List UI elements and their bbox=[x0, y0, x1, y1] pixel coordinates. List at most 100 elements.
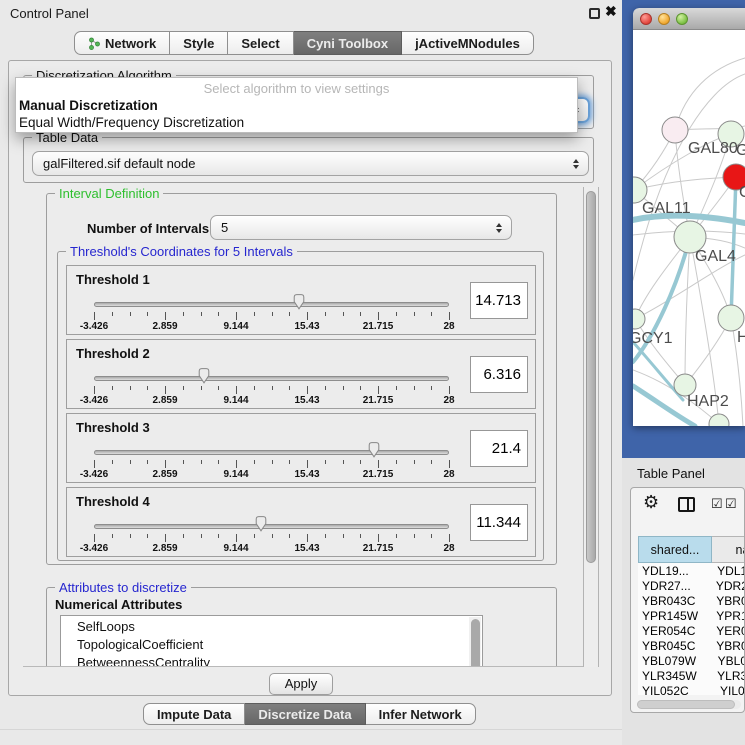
network-view-window: GAL80GACGAL11GAL4GCY1HHAP2 bbox=[633, 8, 745, 426]
column-header-name[interactable]: na bbox=[712, 536, 745, 563]
main-scrollbar[interactable] bbox=[583, 187, 599, 667]
slider-tick bbox=[236, 534, 237, 542]
network-edge[interactable] bbox=[675, 58, 745, 130]
threshold-slider-thumb[interactable] bbox=[292, 293, 306, 310]
threshold-slider-track[interactable] bbox=[94, 302, 449, 307]
threshold-value-field[interactable]: 11.344 bbox=[470, 504, 528, 541]
dropdown-option-manual-discretization[interactable]: Manual Discretization bbox=[19, 98, 158, 113]
slider-tick-label: 15.43 bbox=[287, 543, 327, 554]
slider-tick bbox=[414, 460, 415, 464]
threshold-slider-track[interactable] bbox=[94, 450, 449, 455]
table-data-group: Table Data galFiltered.sif default node bbox=[23, 137, 594, 183]
attribute-item-betweennesscentrality[interactable]: BetweennessCentrality bbox=[77, 654, 482, 667]
column-header-shared-name[interactable]: shared... bbox=[638, 536, 712, 563]
tab-style[interactable]: Style bbox=[170, 31, 228, 55]
tab-jactivemnodules[interactable]: jActiveMNodules bbox=[402, 31, 534, 55]
slider-tick bbox=[325, 312, 326, 316]
tab-infer-network[interactable]: Infer Network bbox=[366, 703, 476, 725]
threshold-label: Threshold 4 bbox=[76, 494, 150, 509]
gear-icon[interactable]: ⚙ bbox=[643, 492, 659, 513]
numerical-attributes-list[interactable]: SelfLoopsTopologicalCoefficientBetweenne… bbox=[60, 615, 483, 667]
slider-tick-label: 2.859 bbox=[145, 469, 185, 480]
cell-shared-name: YER054C bbox=[638, 624, 708, 638]
slider-tick bbox=[289, 312, 290, 316]
network-node[interactable] bbox=[662, 117, 688, 143]
cell-shared-name: YBR043C bbox=[638, 594, 708, 608]
network-node-label: GCY1 bbox=[633, 330, 673, 347]
close-button[interactable] bbox=[640, 13, 652, 25]
slider-tick bbox=[307, 534, 308, 542]
table-row[interactable]: YBR043CYBR0 bbox=[638, 593, 745, 608]
slider-tick bbox=[449, 460, 450, 468]
thresholds-stack: Threshold 1-3.4262.8599.14415.4321.71528… bbox=[58, 252, 543, 560]
slider-tick-label: 21.715 bbox=[358, 469, 398, 480]
slider-tick bbox=[112, 534, 113, 538]
attribute-item-topologicalcoefficient[interactable]: TopologicalCoefficient bbox=[77, 636, 482, 654]
threshold-value-field[interactable]: 14.713 bbox=[470, 282, 528, 319]
table-row[interactable]: YBL079WYBL0 bbox=[638, 653, 745, 668]
table-row[interactable]: YLR345WYLR3 bbox=[638, 668, 745, 683]
tab-select[interactable]: Select bbox=[228, 31, 293, 55]
slider-tick bbox=[165, 534, 166, 542]
network-node[interactable] bbox=[709, 414, 729, 426]
checkbox-icon[interactable]: ☑ bbox=[711, 496, 723, 512]
dropdown-option-equal-width-frequency[interactable]: Equal Width/Frequency Discretization bbox=[19, 115, 244, 130]
slider-tick bbox=[449, 534, 450, 542]
attributes-scrollbar-thumb[interactable] bbox=[471, 619, 480, 667]
minimize-button[interactable] bbox=[658, 13, 670, 25]
slider-tick bbox=[343, 534, 344, 538]
slider-tick-label: -3.426 bbox=[74, 395, 114, 406]
threshold-slider-thumb[interactable] bbox=[367, 441, 381, 458]
threshold-value-field[interactable]: 6.316 bbox=[470, 356, 528, 393]
slider-tick bbox=[289, 534, 290, 538]
network-canvas[interactable]: GAL80GACGAL11GAL4GCY1HHAP2 bbox=[633, 30, 745, 426]
columns-icon[interactable] bbox=[678, 497, 695, 512]
slider-tick bbox=[360, 460, 361, 464]
tab-label: Infer Network bbox=[379, 707, 462, 722]
network-node[interactable] bbox=[633, 309, 645, 329]
slider-tick bbox=[218, 460, 219, 464]
network-window-titlebar[interactable] bbox=[633, 8, 745, 30]
table-row[interactable]: YBR045CYBR0 bbox=[638, 638, 745, 653]
checkbox-icon[interactable]: ☑ bbox=[725, 496, 737, 512]
slider-tick bbox=[307, 312, 308, 320]
main-scrollbar-thumb[interactable] bbox=[586, 191, 596, 563]
number-of-intervals-combobox[interactable]: 5 bbox=[210, 215, 512, 240]
table-row[interactable]: YPR145WYPR1 bbox=[638, 608, 745, 623]
threshold-slider-track[interactable] bbox=[94, 524, 449, 529]
slider-tick bbox=[165, 312, 166, 320]
tab-network[interactable]: Network bbox=[74, 31, 170, 55]
threshold-label: Threshold 3 bbox=[76, 420, 150, 435]
attribute-item-selfloops[interactable]: SelfLoops bbox=[77, 618, 482, 636]
tab-cyni-toolbox[interactable]: Cyni Toolbox bbox=[294, 31, 402, 55]
slider-tick bbox=[449, 386, 450, 394]
threshold-value-field[interactable]: 21.4 bbox=[470, 430, 528, 467]
table-row[interactable]: YER054CYER0 bbox=[638, 623, 745, 638]
slider-tick bbox=[254, 534, 255, 538]
slider-tick bbox=[414, 534, 415, 538]
table-rows: YDL19...YDL1YDR27...YDR2YBR043CYBR0YPR14… bbox=[638, 563, 745, 695]
slider-tick bbox=[272, 534, 273, 538]
slider-tick bbox=[325, 386, 326, 390]
table-row[interactable]: YDR27...YDR2 bbox=[638, 578, 745, 593]
table-row[interactable]: YIL052CYIL0 bbox=[638, 683, 745, 695]
table-hscrollbar-thumb[interactable] bbox=[637, 700, 735, 709]
settings-scroll-viewport: Interval Definition Number of Intervals … bbox=[23, 187, 583, 667]
attributes-scrollbar[interactable] bbox=[469, 617, 481, 667]
network-node[interactable] bbox=[718, 305, 744, 331]
tab-label: Style bbox=[183, 36, 214, 51]
table-hscrollbar[interactable] bbox=[637, 700, 741, 709]
tab-discretize-data[interactable]: Discretize Data bbox=[245, 703, 365, 725]
close-icon[interactable]: ✖ bbox=[605, 3, 617, 20]
apply-button[interactable]: Apply bbox=[269, 673, 333, 695]
float-window-icon[interactable] bbox=[589, 8, 600, 19]
cell-name: YDR2 bbox=[708, 579, 745, 593]
threshold-slider-track[interactable] bbox=[94, 376, 449, 381]
table-data-combobox[interactable]: galFiltered.sif default node bbox=[32, 151, 589, 176]
slider-tick bbox=[147, 460, 148, 464]
zoom-button[interactable] bbox=[676, 13, 688, 25]
table-row[interactable]: YDL19...YDL1 bbox=[638, 563, 745, 578]
threshold-slider-thumb[interactable] bbox=[254, 515, 268, 532]
threshold-slider-thumb[interactable] bbox=[197, 367, 211, 384]
tab-impute-data[interactable]: Impute Data bbox=[143, 703, 245, 725]
